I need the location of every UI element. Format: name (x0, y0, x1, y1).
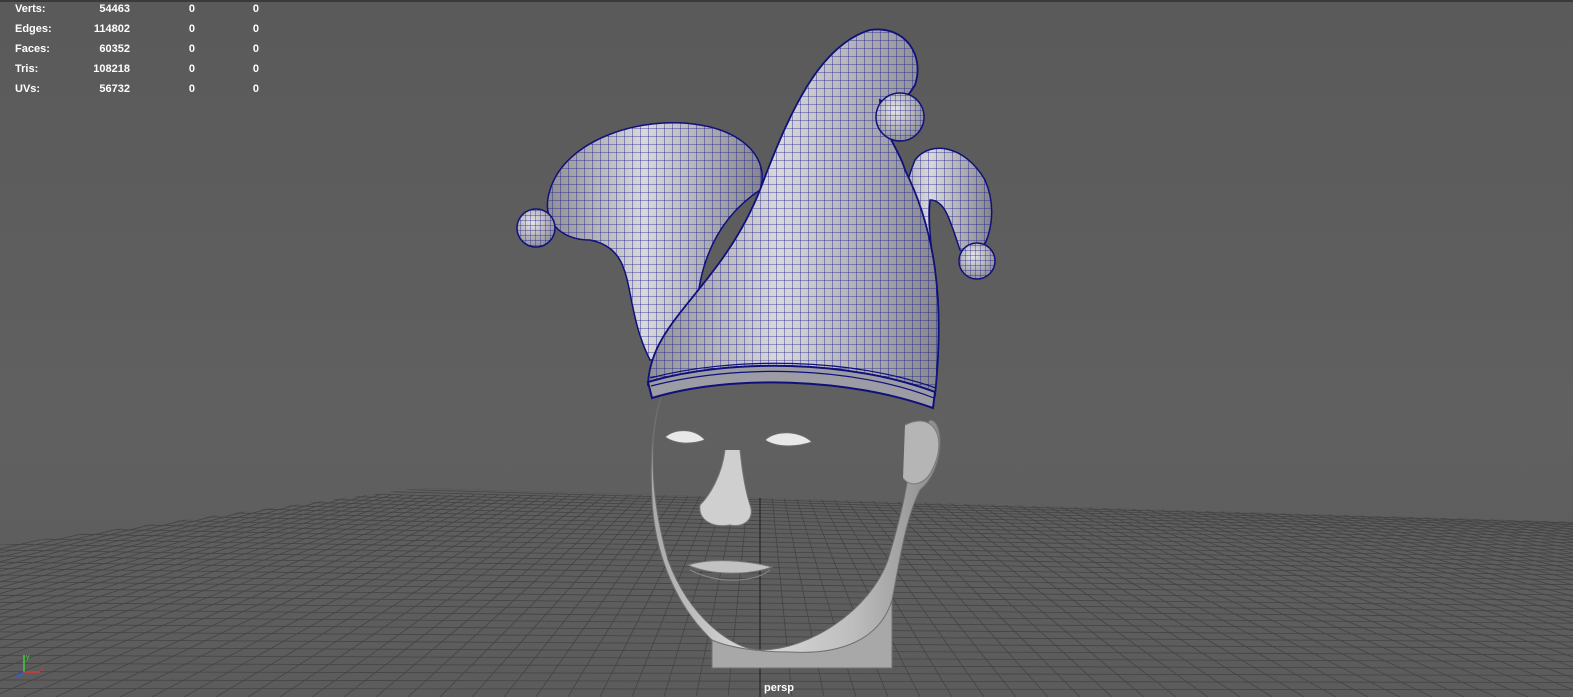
hud-value-component: 0 (252, 3, 259, 15)
hat-bell-left[interactable] (516, 208, 556, 248)
jester-hat-model[interactable] (516, 28, 996, 410)
hud-value-selected: 0 (188, 3, 195, 15)
hud-value-component: 0 (252, 23, 259, 35)
hud-value-component: 0 (252, 43, 259, 55)
grid-line (453, 494, 654, 697)
hud-label: UVs: (15, 83, 41, 95)
grid-line (0, 488, 1573, 523)
hat-bell-top[interactable] (875, 92, 925, 142)
hat-bell-right[interactable] (958, 242, 996, 280)
hud-label: Edges: (15, 23, 52, 35)
hud-value-selected: 0 (188, 43, 195, 55)
camera-name-label: persp (764, 682, 794, 694)
hud-value-total: 60352 (99, 43, 130, 55)
hud-label: Faces: (15, 43, 50, 55)
viewport-scene[interactable] (0, 0, 1573, 697)
hud-value-component: 0 (252, 83, 259, 95)
svg-text:y: y (26, 654, 30, 661)
hud-value-component: 0 (252, 63, 259, 75)
grid-line (0, 488, 1573, 524)
grid-line (0, 671, 1573, 676)
hud-label: Tris: (15, 63, 39, 75)
3d-viewport[interactable]: Verts: 54463 0 0 Edges: 114802 0 0 Faces: 60352 0 0… (0, 0, 1573, 697)
grid-line (0, 488, 1573, 521)
svg-text:z: z (15, 672, 19, 679)
grid-line (0, 488, 1573, 522)
hud-value-total: 56732 (99, 83, 130, 95)
hud-value-selected: 0 (188, 83, 195, 95)
grid-line (0, 521, 1573, 554)
grid-line (45, 494, 511, 697)
svg-text:x: x (40, 666, 44, 673)
grid-line (487, 494, 666, 697)
grid-line (0, 561, 1573, 586)
hud-label: Verts: (15, 3, 46, 15)
hud-value-total: 114802 (93, 23, 130, 35)
hud-value-total: 108218 (93, 63, 130, 75)
grid-line (1402, 494, 1573, 697)
grid-line (283, 494, 594, 697)
grid-line (0, 488, 1573, 521)
xyz-axis-icon: y x z (15, 654, 44, 679)
hud-value-selected: 0 (188, 63, 195, 75)
grid-line (0, 568, 1573, 591)
hud-value-selected: 0 (188, 23, 195, 35)
grid-line (0, 555, 1573, 581)
grid-line (1450, 494, 1573, 697)
grid-line (0, 609, 1573, 624)
hud-value-total: 54463 (99, 3, 130, 15)
